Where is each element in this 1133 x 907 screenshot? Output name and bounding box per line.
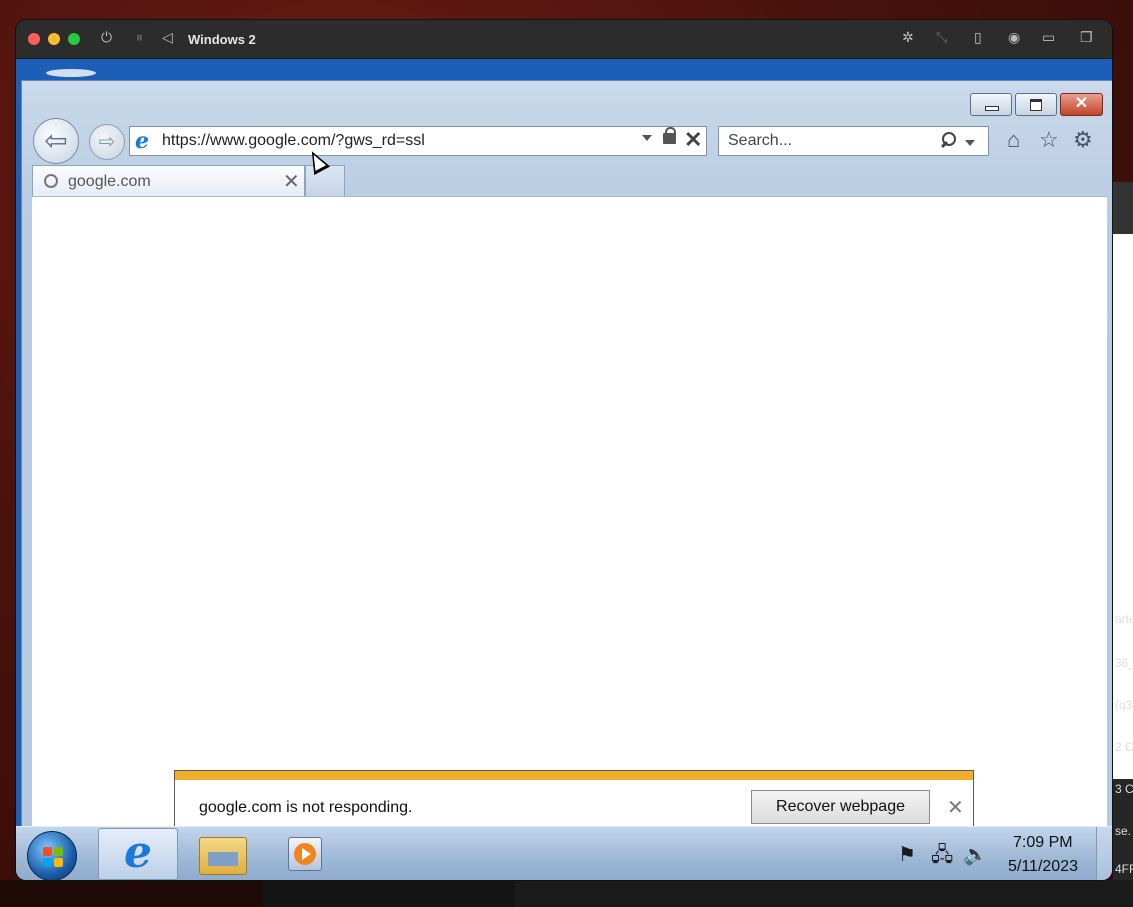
settings-gear-icon[interactable]: ⚙: [1073, 128, 1093, 152]
notification-stripe: [175, 771, 973, 780]
network-icon[interactable]: 🖧: [931, 844, 953, 866]
notification-message: google.com is not responding.: [199, 799, 413, 816]
volume-icon[interactable]: 🔈: [963, 844, 988, 866]
taskbar-ie-icon[interactable]: e: [98, 828, 178, 880]
tab-google[interactable]: google.com ✕: [32, 165, 305, 196]
tab-label: google.com: [68, 173, 151, 190]
recover-webpage-button[interactable]: Recover webpage: [751, 790, 930, 824]
recycle-bin-icon[interactable]: [46, 69, 96, 77]
search-input[interactable]: [728, 132, 928, 150]
taskbar: e ⚑ 🖧 🔈 7:09 PM 5/11/2023: [16, 826, 1112, 880]
back-icon[interactable]: ◁: [162, 29, 173, 46]
bg-text-fragment: 36_: [1115, 656, 1133, 670]
ie-page-icon: e: [135, 128, 149, 154]
forward-button[interactable]: ⇨: [89, 124, 125, 160]
zoom-window-button[interactable]: [68, 33, 80, 45]
vm-window: ⏻ ⏸ ◁ Windows 2 ✲ ⤡ ▯ ◉ ▭ ❐ ✕ ⇦ ⇨ e ✕: [16, 20, 1112, 880]
minimize-window-button[interactable]: [48, 33, 60, 45]
brightness-icon[interactable]: ✲: [902, 29, 914, 46]
camera-icon[interactable]: ◉: [1008, 29, 1020, 46]
search-icon[interactable]: [940, 132, 956, 146]
taskbar-media-player-icon[interactable]: [288, 837, 322, 871]
loading-spinner-icon: [44, 174, 58, 188]
bg-text-fragment: (q3: [1115, 698, 1133, 712]
bg-text-fragment: 4FR: [1115, 862, 1133, 876]
address-input[interactable]: [162, 132, 632, 150]
bg-text-fragment: se.: [1115, 824, 1132, 838]
address-dropdown-icon[interactable]: [642, 135, 652, 141]
host-desktop-strip: [0, 880, 1133, 907]
action-center-flag-icon[interactable]: ⚑: [898, 844, 916, 866]
favorites-star-icon[interactable]: ☆: [1039, 128, 1059, 152]
restore-button[interactable]: [1015, 93, 1057, 116]
windows-icon[interactable]: ❐: [1080, 29, 1093, 46]
close-window-button[interactable]: [28, 33, 40, 45]
search-dropdown-icon[interactable]: [965, 140, 975, 146]
page-content[interactable]: [32, 196, 1107, 832]
vm-title: Windows 2: [188, 32, 256, 47]
taskbar-explorer-icon[interactable]: [199, 837, 247, 875]
address-bar[interactable]: e ✕: [129, 126, 707, 156]
lock-icon[interactable]: [663, 127, 676, 144]
bg-text-fragment: 3 C: [1115, 782, 1133, 796]
clock-time[interactable]: 7:09 PM: [1013, 834, 1073, 852]
home-icon[interactable]: ⌂: [1007, 128, 1020, 152]
vm-screen: ✕ ⇦ ⇨ e ✕ ⌂ ☆ ⚙ google.com ✕: [16, 59, 1112, 880]
stop-icon[interactable]: ✕: [684, 128, 702, 152]
background-app-window: arte 36_ (q3 2 C 3 C se. 4FR: [1113, 182, 1133, 880]
search-box[interactable]: [718, 126, 989, 156]
ie-window: ✕ ⇦ ⇨ e ✕ ⌂ ☆ ⚙ google.com ✕: [21, 80, 1112, 850]
tab-close-icon[interactable]: ✕: [283, 169, 300, 194]
back-button[interactable]: ⇦: [33, 118, 79, 164]
usb-icon[interactable]: ▯: [974, 29, 982, 46]
shared-folder-icon[interactable]: ▭: [1042, 29, 1055, 46]
minimize-button[interactable]: [970, 93, 1012, 116]
bg-text-fragment: arte: [1115, 612, 1133, 626]
start-button[interactable]: [27, 831, 77, 880]
show-desktop-button[interactable]: [1096, 827, 1112, 880]
vm-titlebar: ⏻ ⏸ ◁ Windows 2 ✲ ⤡ ▯ ◉ ▭ ❐: [16, 20, 1112, 59]
clock-date[interactable]: 5/11/2023: [1008, 858, 1078, 876]
close-button[interactable]: ✕: [1060, 93, 1103, 116]
power-icon[interactable]: ⏻: [101, 29, 112, 46]
bg-text-fragment: 2 C: [1115, 740, 1133, 754]
pause-icon[interactable]: ⏸: [136, 29, 143, 46]
notification-close-icon[interactable]: ✕: [947, 795, 964, 820]
resize-icon[interactable]: ⤡: [936, 29, 947, 46]
